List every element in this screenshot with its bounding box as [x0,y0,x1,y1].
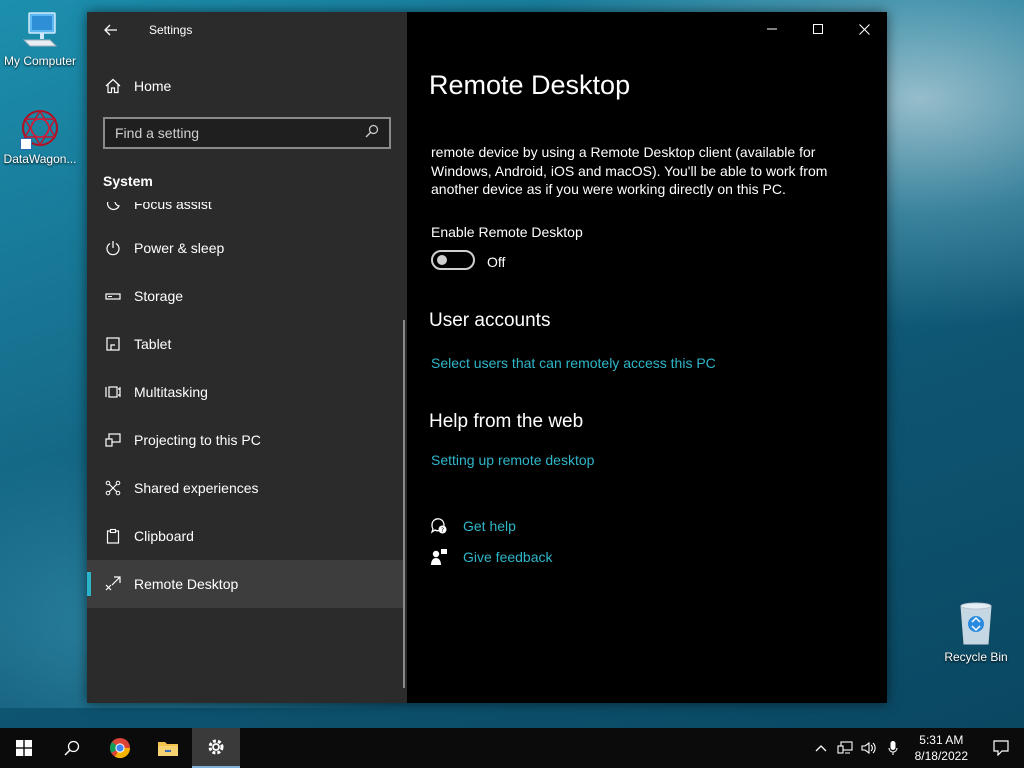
sidebar-item-label: Projecting to this PC [134,432,261,448]
shared-experiences-icon [103,478,123,498]
user-accounts-heading: User accounts [429,310,551,331]
toggle-state-text: Off [487,254,506,270]
svg-text:?: ? [441,527,444,534]
give-feedback-link[interactable]: Give feedback [463,549,553,565]
sidebar-item-label: Focus assist [134,202,212,212]
remote-desktop-icon [103,574,123,594]
section-label-system: System [103,173,153,189]
give-feedback-icon [429,547,449,567]
desktop-icon-label: My Computer [3,54,77,68]
sidebar-item-label: Tablet [134,336,172,352]
window-title: Settings [149,23,193,37]
microphone-icon[interactable] [881,728,905,768]
windows-logo-icon [16,740,32,756]
sidebar-item-remote-desktop[interactable]: Remote Desktop [87,560,403,608]
sidebar-item-tablet[interactable]: Tablet [87,320,403,368]
sidebar-item-shared-experiences[interactable]: Shared experiences [87,464,403,512]
recycle-bin-icon [956,600,996,646]
folder-icon [158,742,178,756]
search-icon[interactable] [365,124,379,143]
taskbar-chrome-button[interactable] [96,728,144,768]
start-button[interactable] [0,728,48,768]
close-button[interactable] [841,12,887,46]
nav-home-label: Home [134,78,172,94]
desktop-icon-label: Recycle Bin [944,650,1008,664]
desktop-icon-label: DataWagon... [3,152,77,166]
search-icon [64,740,80,756]
taskbar: 5:31 AM 8/18/2022 [0,728,1024,768]
enable-remote-desktop-toggle[interactable] [431,250,475,270]
clock-date: 8/18/2022 [914,749,968,763]
power-icon [103,238,123,258]
volume-icon[interactable] [857,728,881,768]
clipboard-icon [103,526,123,546]
sidebar-item-focus-assist[interactable]: Focus assist [87,202,403,224]
sidebar-item-clipboard[interactable]: Clipboard [87,512,403,560]
sidebar-item-storage[interactable]: Storage [87,272,403,320]
enable-remote-desktop-label: Enable Remote Desktop [431,224,583,240]
desktop-icon-recycle-bin[interactable]: Recycle Bin [940,600,1012,664]
search-input[interactable] [115,125,365,141]
content-pane: Remote Desktop remote device by using a … [407,12,887,703]
sidebar-item-label: Remote Desktop [134,576,239,592]
help-from-web-heading: Help from the web [429,411,584,432]
nav-home[interactable]: Home [87,66,407,106]
sidebar-item-multitasking[interactable]: Multitasking [87,368,403,416]
setting-up-remote-desktop-link[interactable]: Setting up remote desktop [431,452,594,468]
search-box[interactable] [103,117,391,149]
remote-desktop-description: remote device by using a Remote Desktop … [431,144,828,197]
desktop-icon-my-computer[interactable]: My Computer [0,10,80,68]
sidebar-item-label: Clipboard [134,528,194,544]
shortcut-arrow-icon [20,138,32,150]
page-title: Remote Desktop [429,70,631,100]
give-feedback-row[interactable]: Give feedback [429,547,553,567]
clock-time: 5:31 AM [919,733,964,747]
taskbar-file-explorer-button[interactable] [144,728,192,768]
sidebar-item-power-sleep[interactable]: Power & sleep [87,224,403,272]
minimize-button[interactable] [749,12,795,46]
settings-sidebar: Settings Home System Focus assist [87,12,407,703]
network-icon[interactable] [833,728,857,768]
sidebar-item-label: Power & sleep [134,240,225,256]
projecting-icon [103,430,123,450]
maximize-button[interactable] [795,12,841,46]
chevron-up-icon[interactable] [809,728,833,768]
tablet-icon [103,334,123,354]
nav-list: Focus assist Power & sleep Storage Table… [87,202,403,622]
get-help-link[interactable]: Get help [463,518,516,534]
sidebar-item-label: Shared experiences [134,480,259,496]
taskbar-clock[interactable]: 5:31 AM 8/18/2022 [905,732,978,764]
moon-icon [103,202,123,214]
sidebar-item-label: Storage [134,288,184,304]
get-help-icon: ? [429,516,449,536]
sidebar-item-projecting[interactable]: Projecting to this PC [87,416,403,464]
gear-icon [208,739,224,755]
desktop-icon-datawagon[interactable]: DataWagon... [0,106,80,166]
notification-icon[interactable] [978,728,1024,768]
settings-window: Settings Home System Focus assist [87,12,887,703]
system-tray: 5:31 AM 8/18/2022 [809,728,1024,768]
taskbar-settings-button[interactable] [192,728,240,768]
multitasking-icon [103,382,123,402]
back-arrow-icon[interactable] [101,20,121,40]
home-icon [103,76,123,96]
select-users-link[interactable]: Select users that can remotely access th… [431,355,716,371]
title-bar: Settings [87,12,407,48]
sidebar-item-label: Multitasking [134,384,208,400]
get-help-row[interactable]: ? Get help [429,516,516,536]
computer-icon [20,10,60,50]
chrome-icon [109,738,131,759]
storage-icon [103,286,123,306]
datawagon-icon [18,106,62,150]
window-controls [749,12,887,46]
sidebar-scrollbar[interactable] [403,320,405,688]
taskbar-search-button[interactable] [48,728,96,768]
